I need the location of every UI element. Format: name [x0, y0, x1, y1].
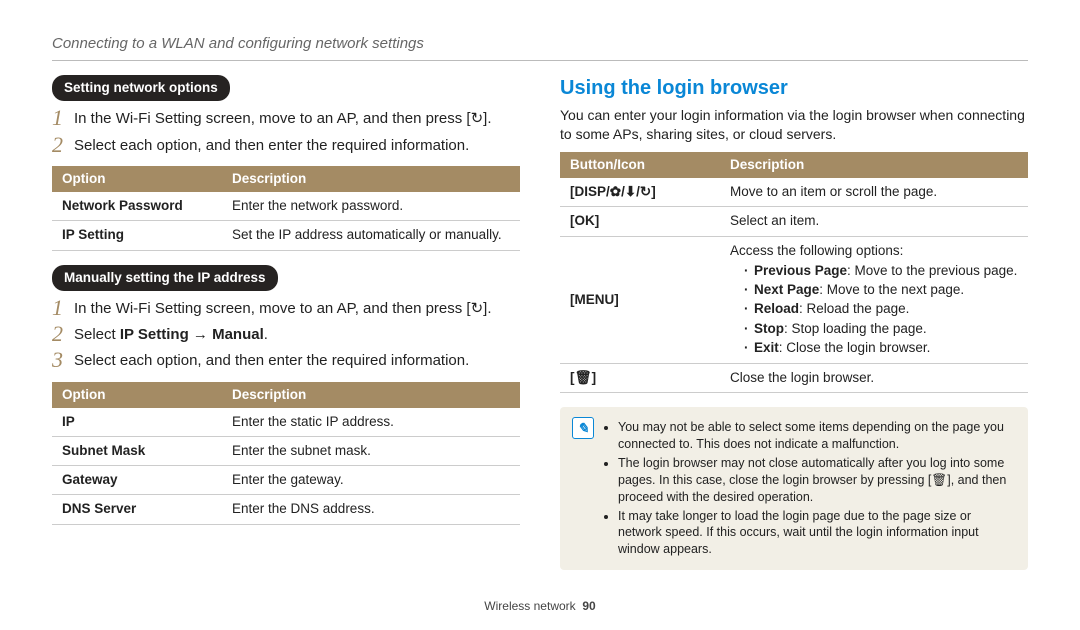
manual-page: Connecting to a WLAN and configuring net…	[0, 0, 1080, 630]
option-name: Network Password	[52, 192, 222, 221]
list-item: Next Page: Move to the next page.	[744, 281, 1018, 299]
table-head-description: Description	[222, 166, 520, 192]
table-head-description: Description	[222, 382, 520, 408]
table-head-option: Option	[52, 382, 222, 408]
right-column: Using the login browser You can enter yo…	[560, 75, 1028, 630]
button-desc: Access the following options: Previous P…	[720, 236, 1028, 363]
button-desc: Select an item.	[720, 207, 1028, 236]
step-number: 1	[52, 107, 74, 129]
step-text: Select each option, and then enter the r…	[74, 134, 520, 156]
section-heading-login-browser: Using the login browser	[560, 75, 1028, 102]
button-key: OK	[560, 207, 720, 236]
step-number: 1	[52, 297, 74, 319]
list-item: Previous Page: Move to the previous page…	[744, 262, 1018, 280]
table-row: Subnet Mask Enter the subnet mask.	[52, 437, 520, 466]
two-column-area: Setting network options 1 In the Wi-Fi S…	[52, 75, 1028, 630]
list-item: Exit: Close the login browser.	[744, 339, 1018, 357]
steps-network-options: 1 In the Wi-Fi Setting screen, move to a…	[52, 107, 520, 156]
step-text: Select each option, and then enter the r…	[74, 349, 520, 371]
table-head-description: Description	[720, 152, 1028, 178]
footer-page-number: 90	[582, 599, 595, 613]
step-number: 2	[52, 323, 74, 345]
step-number: 2	[52, 134, 74, 156]
table-head-button: Button/Icon	[560, 152, 720, 178]
option-desc: Enter the static IP address.	[222, 408, 520, 437]
list-item: The login browser may not close automati…	[618, 455, 1016, 506]
section-pill-network-options: Setting network options	[52, 75, 230, 101]
table-row: 🗑 Close the login browser.	[560, 364, 1028, 393]
menu-options-list: Previous Page: Move to the previous page…	[730, 262, 1018, 357]
page-header: Connecting to a WLAN and configuring net…	[52, 34, 1028, 61]
section-pill-manual-ip: Manually setting the IP address	[52, 265, 278, 291]
options-table-1: Option Description Network Password Ente…	[52, 166, 520, 251]
list-item: You may not be able to select some items…	[618, 419, 1016, 453]
option-name: IP Setting	[52, 221, 222, 250]
page-footer: Wireless network 90	[0, 598, 1080, 614]
list-item: Stop: Stop loading the page.	[744, 320, 1018, 338]
table-row: IP Enter the static IP address.	[52, 408, 520, 437]
list-item: Reload: Reload the page.	[744, 300, 1018, 318]
list-item: It may take longer to load the login pag…	[618, 508, 1016, 559]
button-key: MENU	[560, 236, 720, 363]
note-icon: ✎	[572, 417, 594, 439]
step-text: In the Wi-Fi Setting screen, move to an …	[74, 107, 520, 129]
button-desc: Move to an item or scroll the page.	[720, 178, 1028, 207]
table-row: IP Setting Set the IP address automatica…	[52, 221, 520, 250]
section-lead: You can enter your login information via…	[560, 106, 1028, 144]
trash-icon: 🗑	[560, 364, 720, 393]
button-key: DISP/✿/⬇/↻	[560, 178, 720, 207]
step-text: Select IP Setting → Manual.	[74, 323, 520, 345]
table-row: Gateway Enter the gateway.	[52, 466, 520, 495]
table-row: MENU Access the following options: Previ…	[560, 236, 1028, 363]
table-head-option: Option	[52, 166, 222, 192]
option-name: DNS Server	[52, 495, 222, 524]
note-box: ✎ You may not be able to select some ite…	[560, 407, 1028, 570]
table-row: DISP/✿/⬇/↻ Move to an item or scroll the…	[560, 178, 1028, 207]
table-row: OK Select an item.	[560, 207, 1028, 236]
step-number: 3	[52, 349, 74, 371]
option-name: Gateway	[52, 466, 222, 495]
table-row: Network Password Enter the network passw…	[52, 192, 520, 221]
option-desc: Enter the network password.	[222, 192, 520, 221]
option-desc: Enter the gateway.	[222, 466, 520, 495]
step-text: In the Wi-Fi Setting screen, move to an …	[74, 297, 520, 319]
option-desc: Set the IP address automatically or manu…	[222, 221, 520, 250]
options-table-2: Option Description IP Enter the static I…	[52, 382, 520, 525]
note-list: You may not be able to select some items…	[604, 417, 1016, 560]
table-row: DNS Server Enter the DNS address.	[52, 495, 520, 524]
button-icon-table: Button/Icon Description DISP/✿/⬇/↻ Move …	[560, 152, 1028, 393]
option-name: IP	[52, 408, 222, 437]
steps-manual-ip: 1 In the Wi-Fi Setting screen, move to a…	[52, 297, 520, 372]
option-name: Subnet Mask	[52, 437, 222, 466]
left-column: Setting network options 1 In the Wi-Fi S…	[52, 75, 520, 630]
option-desc: Enter the subnet mask.	[222, 437, 520, 466]
footer-section: Wireless network	[484, 599, 575, 613]
option-desc: Enter the DNS address.	[222, 495, 520, 524]
button-desc: Close the login browser.	[720, 364, 1028, 393]
